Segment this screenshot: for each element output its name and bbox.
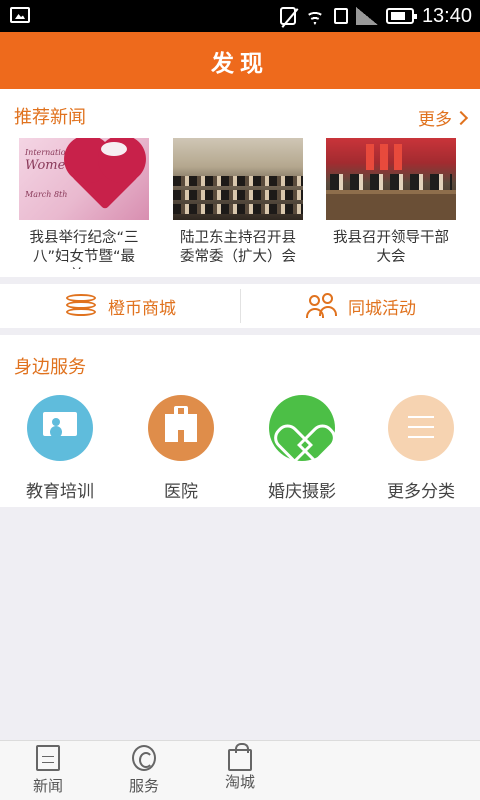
bottom-tab-bar: 新闻 服务 淘城 [0, 740, 480, 800]
news-caption: 我县召开领导干部大会 [333, 230, 449, 265]
flag-graphic [380, 144, 388, 170]
city-events-button[interactable]: 同城活动 [306, 284, 416, 328]
newspaper-icon [36, 745, 60, 771]
news-section-title: 推荐新闻 [14, 107, 86, 128]
status-time: 13:40 [421, 4, 472, 27]
tab-shop[interactable]: 淘城 [200, 743, 280, 792]
coin-mall-button[interactable]: 橙币商城 [64, 284, 176, 328]
service-label: 婚庆摄影 [268, 482, 336, 502]
teaching-icon [27, 395, 93, 461]
news-item[interactable]: 我县召开领导干部大会 [326, 138, 456, 269]
app-header: 发现 [0, 32, 480, 89]
divider [240, 289, 241, 323]
nearby-services-section: 身边服务 教育培训 医院 婚庆摄影 更多分类 [0, 335, 480, 507]
shortcut-bar: 橙币商城 同城活动 [0, 284, 480, 328]
coin-mall-label: 橙币商城 [108, 298, 176, 319]
page-title: 发现 [211, 50, 269, 77]
coins-icon [64, 294, 98, 318]
tab-news[interactable]: 新闻 [8, 745, 88, 796]
battery-icon [385, 8, 417, 24]
list-icon [388, 395, 454, 461]
mute-icon [279, 7, 296, 25]
service-icon [132, 745, 156, 771]
ribbon-graphic [101, 142, 127, 156]
news-thumbnail [326, 138, 456, 220]
flag-graphic [394, 144, 402, 170]
wifi-icon [303, 7, 326, 25]
signal-icon [355, 7, 378, 25]
news-caption: 我县举行纪念“三八”妇女节暨“最美… [29, 230, 139, 269]
service-label: 更多分类 [387, 482, 455, 502]
news-more-label: 更多 [418, 110, 452, 130]
service-label: 医院 [164, 482, 198, 502]
shopping-bag-icon [228, 743, 252, 771]
desk-graphic [326, 190, 456, 220]
tab-label: 新闻 [32, 777, 63, 795]
news-thumbnail: International Women's Day March 8th [19, 138, 149, 220]
service-education[interactable]: 教育培训 [10, 395, 110, 502]
audience-row [173, 176, 303, 186]
hospital-icon [148, 395, 214, 461]
audience-row [173, 204, 303, 214]
news-item[interactable]: 陆卫东主持召开县委常委（扩大）会 [173, 138, 303, 269]
status-bar: 13:40 [0, 0, 480, 32]
thumb-text: March 8th [25, 190, 68, 199]
tab-label: 服务 [128, 777, 159, 795]
audience-row [173, 190, 303, 200]
heart-icon [269, 395, 335, 461]
service-hospital[interactable]: 医院 [131, 395, 231, 502]
news-thumbnail [173, 138, 303, 220]
data-icon [333, 8, 348, 24]
recommended-news-section: 推荐新闻 更多 International Women's Day March … [0, 89, 480, 277]
service-wedding-photo[interactable]: 婚庆摄影 [252, 395, 352, 502]
news-item[interactable]: International Women's Day March 8th 我县举行… [19, 138, 149, 269]
image-icon [10, 7, 30, 23]
news-more-link[interactable]: 更多 [418, 105, 469, 130]
tab-label: 淘城 [224, 773, 255, 791]
tab-services[interactable]: 服务 [104, 745, 184, 796]
city-events-label: 同城活动 [348, 298, 416, 319]
people-icon [306, 293, 338, 319]
news-caption: 陆卫东主持召开县委常委（扩大）会 [180, 230, 296, 265]
flag-graphic [366, 144, 374, 170]
service-more-categories[interactable]: 更多分类 [371, 395, 471, 502]
services-section-title: 身边服务 [14, 357, 86, 378]
chevron-right-icon [453, 110, 469, 125]
service-label: 教育培训 [26, 482, 94, 502]
